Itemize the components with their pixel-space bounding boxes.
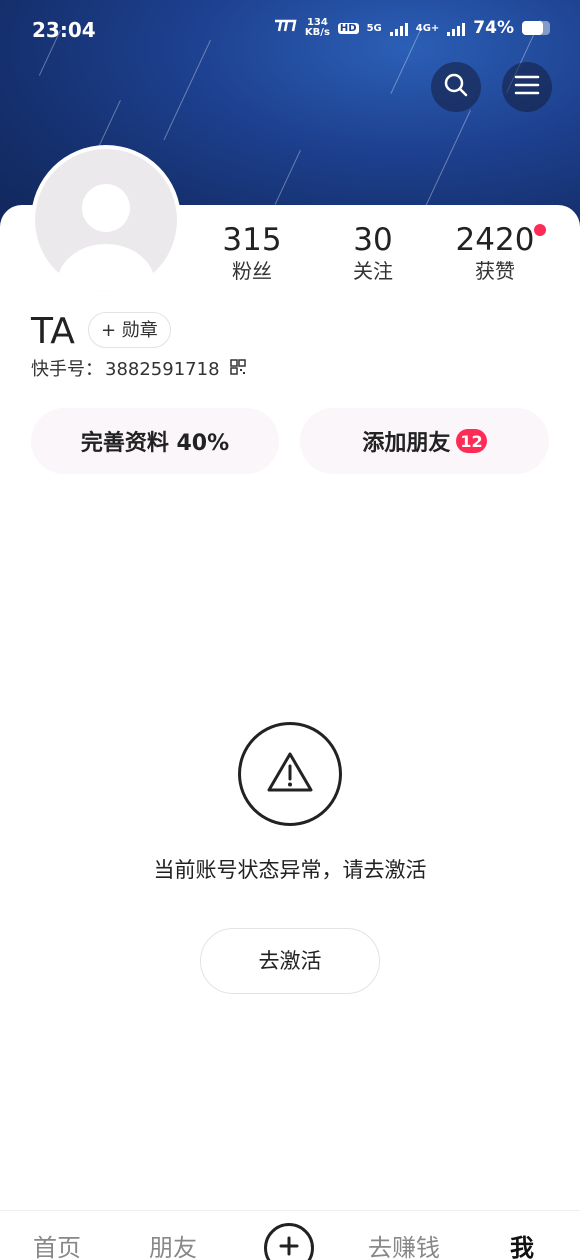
bottom-nav: 首页 朋友 去赚钱 我 — [0, 1210, 580, 1260]
nav-earn[interactable]: 去赚钱 — [368, 1233, 440, 1260]
plus-icon — [278, 1235, 300, 1260]
nav-home[interactable]: 首页 — [33, 1233, 81, 1260]
user-name: TA — [31, 311, 75, 352]
create-post-button[interactable] — [264, 1223, 314, 1260]
stat-following-label: 关注 — [353, 259, 393, 283]
status-bar: 23:04 134 KB/s HD 5G 4G+ 74% — [0, 0, 580, 60]
notification-dot — [534, 224, 546, 236]
avatar[interactable] — [31, 145, 181, 295]
kuaishou-id-label: 快手号： — [31, 359, 103, 380]
add-friends-label: 添加朋友 — [362, 431, 451, 456]
net-speed-unit: KB/s — [304, 27, 330, 38]
nav-friends[interactable]: 朋友 — [149, 1233, 197, 1260]
network-4g-label: 4G+ — [415, 22, 440, 34]
account-status-message: 当前账号状态异常，请去激活 — [153, 858, 427, 882]
stat-likes-label: 获赞 — [475, 259, 515, 283]
warning-icon — [266, 751, 314, 797]
kuaishou-id[interactable]: 快手号： 3882591718 — [31, 358, 246, 382]
complete-profile-label: 完善资料 40% — [80, 431, 230, 456]
net-speed: 134 KB/s — [305, 18, 330, 38]
kuaishou-id-value: 3882591718 — [105, 359, 220, 380]
activate-button[interactable]: 去激活 — [200, 928, 380, 994]
hd-icon: HD — [337, 22, 359, 34]
app-logo-icon — [273, 18, 297, 38]
add-friends-badge: 12 — [456, 429, 487, 453]
search-button[interactable] — [431, 62, 481, 112]
medal-button[interactable]: + 勋章 — [88, 312, 171, 348]
network-5g-label: 5G — [366, 22, 382, 34]
battery-icon — [522, 21, 550, 35]
signal-5g-icon — [389, 20, 408, 36]
menu-icon — [514, 74, 540, 100]
default-avatar-icon — [35, 149, 177, 291]
add-friends-button[interactable]: 添加朋友 12 — [300, 408, 549, 474]
status-time: 23:04 — [32, 18, 96, 42]
stat-followers[interactable]: 315 粉丝 — [197, 222, 307, 284]
complete-profile-button[interactable]: 完善资料 40% — [31, 408, 279, 474]
menu-button[interactable] — [502, 62, 552, 112]
stat-followers-value: 315 — [222, 222, 282, 258]
status-icons: 134 KB/s HD 5G 4G+ 74% — [273, 18, 550, 38]
stat-followers-label: 粉丝 — [232, 259, 272, 283]
stat-following-value: 30 — [353, 222, 393, 258]
qr-code-icon[interactable] — [229, 358, 246, 382]
battery-percent: 74% — [473, 18, 514, 38]
warning-circle — [238, 722, 342, 826]
stat-following[interactable]: 30 关注 — [318, 222, 428, 284]
nav-me[interactable]: 我 — [510, 1233, 534, 1260]
search-icon — [443, 72, 469, 102]
signal-4g-icon — [447, 20, 466, 36]
